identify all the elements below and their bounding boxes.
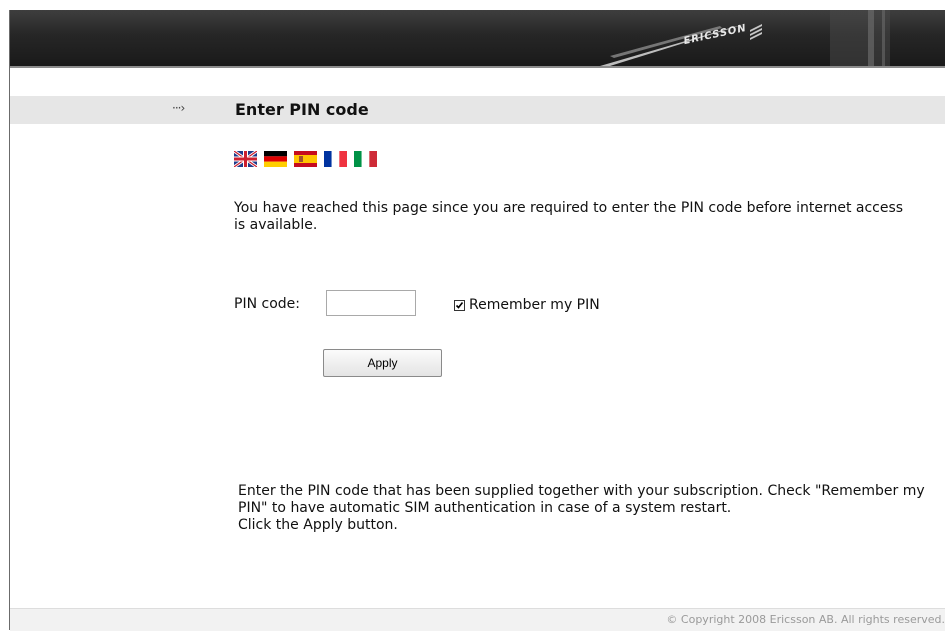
remember-pin-option[interactable]: Remember my PIN (454, 297, 600, 313)
arrow-icon: ···› (172, 101, 185, 115)
remember-pin-label: Remember my PIN (469, 297, 600, 313)
remember-pin-checkbox[interactable] (454, 299, 465, 311)
uk-flag-icon[interactable] (234, 151, 257, 167)
ericsson-logo-graphic (600, 10, 890, 66)
intro-text: You have reached this page since you are… (234, 200, 904, 233)
apply-button[interactable]: Apply (323, 349, 442, 377)
help-text: Enter the PIN code that has been supplie… (238, 483, 928, 534)
pin-code-input[interactable] (326, 290, 416, 316)
title-bar (10, 96, 945, 124)
help-apply-instruction: Click the Apply button. (238, 517, 398, 533)
german-flag-icon[interactable] (264, 151, 287, 167)
pin-code-label: PIN code: (234, 296, 300, 312)
language-selector (234, 151, 377, 167)
page-title: Enter PIN code (235, 100, 369, 119)
header-banner: ERICSSON (10, 10, 945, 66)
help-instructions: Enter the PIN code that has been supplie… (238, 483, 925, 516)
french-flag-icon[interactable] (324, 151, 347, 167)
left-frame-border (0, 10, 10, 630)
copyright-text: © Copyright 2008 Ericsson AB. All rights… (666, 613, 945, 626)
checkmark-icon (455, 301, 464, 309)
header-divider (10, 66, 945, 68)
spanish-flag-icon[interactable] (294, 151, 317, 167)
italian-flag-icon[interactable] (354, 151, 377, 167)
